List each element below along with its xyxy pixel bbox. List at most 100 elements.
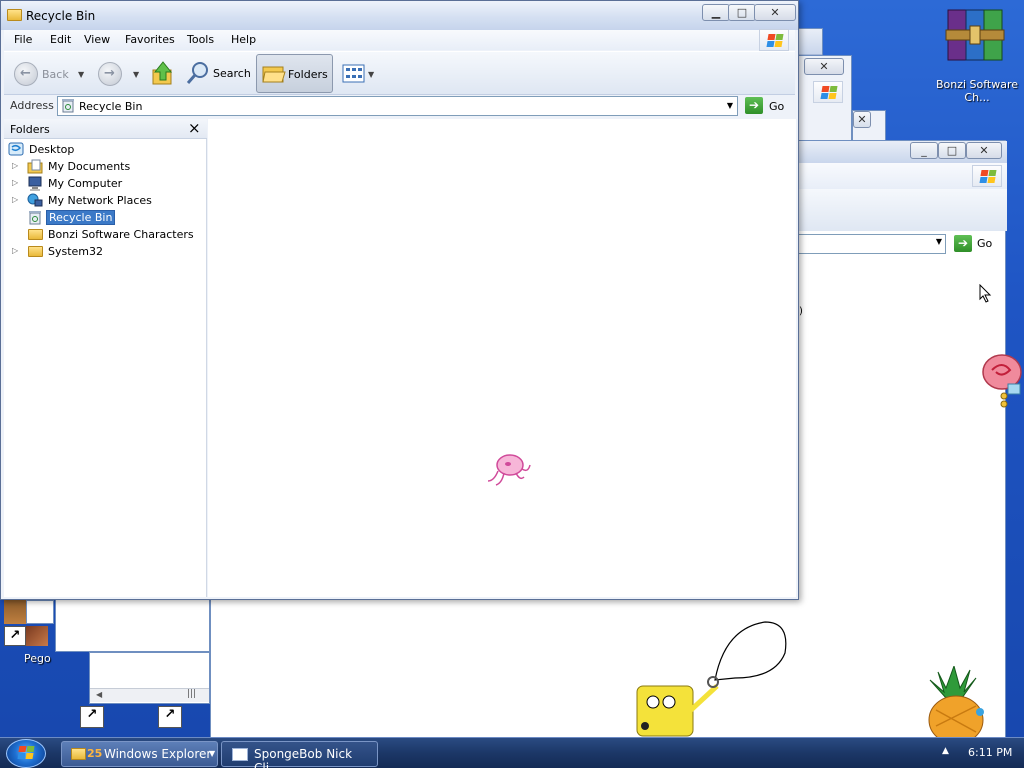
go-button[interactable]: ➔ Go bbox=[745, 97, 793, 116]
gary-snail-icon bbox=[980, 352, 1024, 413]
mouse-cursor-icon bbox=[979, 283, 993, 307]
views-grid-icon bbox=[342, 64, 365, 83]
menu-help[interactable]: Help bbox=[231, 33, 256, 46]
background-window-1-address-field[interactable]: ▼ bbox=[796, 234, 946, 254]
scroll-left-icon: ◀ bbox=[96, 690, 103, 699]
taskbar-button-windows-explorer[interactable]: 25 Windows Explorer ▼ bbox=[61, 741, 218, 767]
tree-item-system32[interactable]: ▷ System32 bbox=[12, 244, 192, 260]
background-window-2-close-button[interactable]: ✕ bbox=[804, 58, 844, 75]
chevron-down-icon: ▼ bbox=[209, 749, 216, 758]
folder-icon bbox=[7, 9, 22, 21]
folders-pane-title: Folders bbox=[10, 123, 50, 136]
tree-item-recycle-bin[interactable]: Recycle Bin bbox=[12, 210, 192, 226]
chevron-down-icon: ▼ bbox=[935, 237, 942, 246]
menu-view[interactable]: View bbox=[84, 33, 110, 46]
go-arrow-icon: ➔ bbox=[745, 97, 763, 114]
expand-arrow-icon[interactable]: ▷ bbox=[12, 246, 18, 255]
background-window-6: ◀ ||| bbox=[89, 652, 210, 704]
recycle-bin-icon bbox=[62, 99, 74, 113]
taskbar-group-count: 25 bbox=[87, 747, 103, 760]
taskbar-button-label: Windows Explorer bbox=[104, 747, 212, 761]
background-window-7 bbox=[210, 598, 415, 738]
menu-favorites[interactable]: Favorites bbox=[125, 33, 175, 46]
clock[interactable]: 6:11 PM bbox=[968, 746, 1012, 759]
address-field[interactable]: Recycle Bin ▼ bbox=[57, 96, 738, 116]
my-computer-icon bbox=[28, 176, 42, 191]
background-window-5 bbox=[55, 598, 210, 652]
pineapple-house-icon bbox=[924, 664, 994, 745]
back-button[interactable]: ← Back ▼ bbox=[12, 61, 92, 87]
background-window-1-partial-text: ) bbox=[799, 306, 803, 317]
tree-item-label: My Computer bbox=[48, 177, 123, 190]
jellyfish-icon bbox=[486, 451, 532, 492]
expand-arrow-icon[interactable]: ▷ bbox=[12, 195, 18, 204]
background-window-1: _ □ ✕ ▼ ➔ Go ) bbox=[795, 140, 1007, 738]
forward-arrow-icon: → bbox=[98, 62, 122, 86]
toolbar: ← Back ▼ → ▼ Search Folders ▼ bbox=[4, 51, 795, 95]
tree-item-label-selected: Recycle Bin bbox=[46, 210, 116, 225]
tree-item-desktop[interactable]: Desktop bbox=[8, 142, 188, 158]
desktop-icon-shortcut-4[interactable]: ↗ bbox=[158, 706, 182, 728]
search-button[interactable]: Search bbox=[185, 60, 253, 88]
desktop-icon-shortcut-3[interactable]: ↗ bbox=[80, 706, 104, 728]
expand-arrow-icon[interactable]: ▷ bbox=[12, 161, 18, 170]
expand-arrow-icon[interactable]: ▷ bbox=[12, 178, 18, 187]
explorer-window: Recycle Bin ▁ □ ✕ File Edit View Favorit… bbox=[0, 0, 799, 600]
folders-pane-header: Folders × bbox=[4, 119, 207, 139]
window-title: Recycle Bin bbox=[26, 9, 96, 23]
desktop-icon-bonzi[interactable]: Bonzi Software Ch... bbox=[934, 6, 1020, 106]
maximize-button[interactable]: □ bbox=[728, 4, 756, 21]
background-window-1-maximize-button[interactable]: □ bbox=[938, 142, 966, 159]
background-window-1-close-button[interactable]: ✕ bbox=[966, 142, 1002, 159]
content-pane[interactable] bbox=[208, 119, 796, 597]
folders-pane: Folders × Desktop ▷ My Documents ▷ My Co… bbox=[4, 119, 207, 597]
tree-item-my-network-places[interactable]: ▷ My Network Places bbox=[12, 193, 192, 209]
start-button[interactable] bbox=[6, 739, 46, 768]
views-button[interactable]: ▼ bbox=[340, 62, 374, 86]
chevron-down-icon[interactable]: ▼ bbox=[368, 70, 374, 79]
background-window-1-go-button[interactable]: ➔ Go bbox=[954, 235, 1002, 253]
spongebob-bubble-icon bbox=[625, 618, 795, 741]
chevron-down-icon[interactable]: ▼ bbox=[78, 70, 84, 79]
tray-expand-icon[interactable]: ▲ bbox=[942, 746, 949, 756]
background-window-2: ✕ bbox=[795, 55, 852, 145]
background-window-1-minimize-button[interactable]: _ bbox=[910, 142, 938, 159]
tree-item-my-computer[interactable]: ▷ My Computer bbox=[12, 176, 192, 192]
minimize-button[interactable]: ▁ bbox=[702, 4, 730, 21]
title-bar[interactable]: Recycle Bin ▁ □ ✕ bbox=[1, 1, 798, 30]
desktop-thumbnail-1[interactable] bbox=[4, 600, 26, 624]
tree-item-bonzi-software-characters[interactable]: Bonzi Software Characters bbox=[12, 227, 202, 243]
search-label: Search bbox=[213, 67, 251, 80]
chevron-down-icon[interactable]: ▼ bbox=[727, 101, 733, 110]
background-window-6-hscroll[interactable]: ◀ ||| bbox=[90, 688, 209, 702]
my-documents-icon bbox=[27, 159, 43, 174]
tree-item-my-documents[interactable]: ▷ My Documents bbox=[12, 159, 192, 175]
go-label: Go bbox=[977, 237, 993, 250]
back-arrow-icon: ← bbox=[14, 62, 38, 86]
close-button[interactable]: ✕ bbox=[754, 4, 796, 21]
window-icon bbox=[232, 748, 248, 761]
forward-button[interactable]: → ▼ bbox=[98, 61, 146, 87]
windows-logo-icon-start bbox=[13, 743, 39, 763]
address-value: Recycle Bin bbox=[79, 100, 143, 113]
desktop-icon-label: Bonzi Software Ch... bbox=[935, 78, 1019, 104]
chevron-down-icon[interactable]: ▼ bbox=[133, 70, 139, 79]
recycle-bin-icon bbox=[29, 211, 41, 225]
menu-edit[interactable]: Edit bbox=[50, 33, 71, 46]
desktop-thumbnail-2[interactable] bbox=[26, 600, 54, 624]
close-icon[interactable]: × bbox=[188, 119, 201, 137]
menu-tools[interactable]: Tools bbox=[187, 33, 214, 46]
taskbar-button-spongebob[interactable]: SpongeBob Nick Cli... bbox=[221, 741, 378, 768]
scroll-thumb-grip-icon: ||| bbox=[187, 689, 197, 699]
up-folder-button[interactable] bbox=[151, 60, 177, 88]
tree-item-label: Desktop bbox=[29, 143, 75, 156]
taskbar: 25 Windows Explorer ▼ SpongeBob Nick Cli… bbox=[0, 737, 1024, 768]
folders-button[interactable]: Folders bbox=[256, 54, 333, 93]
background-window-4-close-button[interactable]: ✕ bbox=[853, 111, 871, 128]
menu-file[interactable]: File bbox=[14, 33, 32, 46]
tree-item-label: My Documents bbox=[48, 160, 131, 173]
background-window-3-titlebar bbox=[796, 29, 822, 55]
folder-icon bbox=[71, 748, 86, 760]
desktop-icon-pego[interactable]: ↗ Pego bbox=[2, 626, 54, 668]
up-folder-icon bbox=[152, 61, 173, 85]
